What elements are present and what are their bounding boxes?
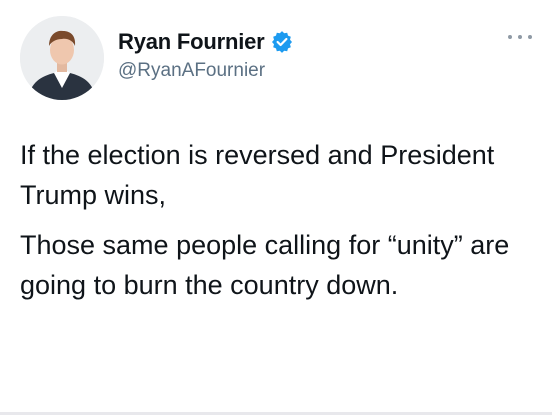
more-options-icon[interactable]: [508, 30, 532, 44]
tweet-paragraph-1: If the election is reversed and Presiden…: [20, 140, 495, 210]
tweet-text: If the election is reversed and Presiden…: [20, 135, 532, 305]
author-info: Ryan Fournier @RyanAFournier: [118, 28, 293, 82]
display-name[interactable]: Ryan Fournier: [118, 29, 265, 55]
tweet-paragraph-2: Those same people calling for “unity” ar…: [20, 230, 510, 300]
avatar[interactable]: [20, 16, 104, 100]
more-dot: [508, 35, 512, 39]
user-handle[interactable]: @RyanAFournier: [118, 60, 293, 82]
more-dot: [528, 35, 532, 39]
verified-badge-icon: [271, 31, 293, 53]
avatar-photo: [20, 16, 104, 100]
more-dot: [518, 35, 522, 39]
name-row: Ryan Fournier: [118, 28, 293, 56]
tweet-card: Ryan Fournier @RyanAFournier If the elec…: [0, 0, 552, 415]
